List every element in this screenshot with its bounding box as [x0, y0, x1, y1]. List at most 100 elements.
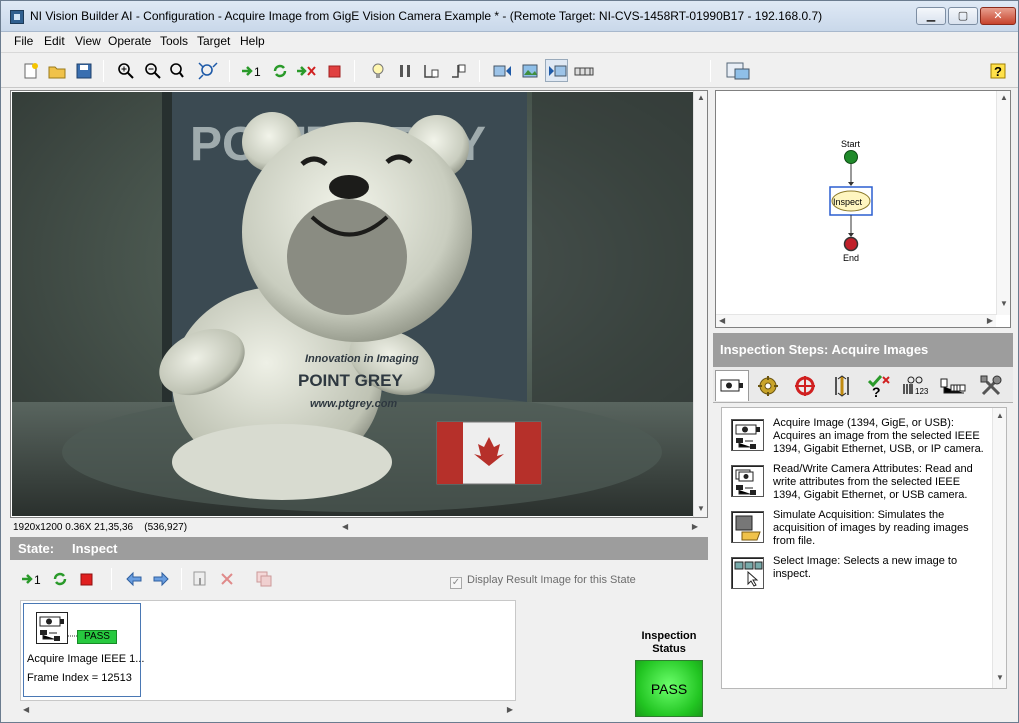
step-item-title: Read/Write Camera Attributes: [773, 463, 922, 475]
help-icon[interactable]: ? [986, 59, 1009, 82]
move-step-left-icon[interactable] [122, 567, 145, 590]
tab-measure-features[interactable] [825, 370, 859, 401]
tab-use-additional-tools[interactable] [936, 370, 970, 401]
new-icon[interactable] [19, 59, 42, 82]
step-item-acquire-image[interactable]: Acquire Image (1394, GigE, or USB): Acqu… [731, 417, 991, 457]
flow-end-node[interactable] [843, 236, 859, 252]
tab-check-for-presence[interactable]: ? [862, 370, 896, 401]
step-frame-index: Frame Index = 12513 [27, 672, 132, 684]
flow-start-node[interactable] [844, 150, 858, 164]
flow-inspect-label: Inspect [833, 197, 863, 207]
maximize-button[interactable]: ▢ [948, 7, 978, 25]
menu-operate[interactable]: Operate [108, 34, 151, 48]
tab-locate-features[interactable] [788, 370, 822, 401]
minimize-button[interactable]: ▁ [916, 7, 946, 25]
step-item-read-write-attributes[interactable]: Read/Write Camera Attributes: Read and w… [731, 463, 991, 503]
copy-step-icon[interactable] [252, 567, 275, 590]
shirt-line2: POINT GREY [298, 371, 404, 390]
image-icon[interactable] [518, 59, 541, 82]
state-header: State: Inspect [10, 537, 708, 560]
move-step-right-icon[interactable] [149, 567, 172, 590]
close-button[interactable]: ✕ [980, 7, 1016, 25]
tab-enhance-images[interactable] [751, 370, 785, 401]
tab-communicate[interactable] [975, 370, 1009, 401]
inspection-steps-header: Inspection Steps: Acquire Images [713, 333, 1013, 367]
step-out-icon[interactable] [446, 59, 469, 82]
tab-identify-parts[interactable]: 123 [899, 370, 933, 401]
step-item-select-image[interactable]: Select Image: Selects a new image to ins… [731, 555, 991, 595]
menu-edit[interactable]: Edit [44, 34, 65, 48]
menu-view[interactable]: View [75, 34, 101, 48]
menu-tools[interactable]: Tools [160, 34, 188, 48]
image-strip-icon[interactable] [572, 59, 595, 82]
run-inspection-stop-icon[interactable] [295, 59, 318, 82]
lightbulb-icon[interactable] [366, 59, 389, 82]
diagram-horizontal-scrollbar[interactable]: ◀ ▶ [716, 314, 996, 327]
flag-image [436, 421, 542, 485]
state-label: State: [18, 541, 55, 556]
run-step-continuous-icon[interactable] [48, 567, 71, 590]
svg-text:1: 1 [254, 65, 261, 79]
zoom-in-icon[interactable] [114, 59, 137, 82]
tab-acquire-images[interactable] [715, 370, 749, 401]
step-item-title: Acquire Image (1394, GigE, or USB): [773, 417, 954, 429]
state-diagram-panel[interactable]: Start Inspect End ▲ ▼ ◀ ▶ [715, 90, 1011, 328]
display-result-option[interactable]: ✓ Display Result Image for this State [450, 574, 636, 589]
camera-attributes-icon [731, 465, 764, 497]
camera-image: POINT GREY Innovation in Imaging POINT G… [12, 92, 693, 516]
application-window: NI Vision Builder AI - Configuration - A… [0, 0, 1019, 723]
step-item-simulate-acquisition[interactable]: Simulate Acquisition: Simulates the acqu… [731, 509, 991, 549]
image-viewer[interactable]: POINT GREY Innovation in Imaging POINT G… [10, 90, 708, 518]
inspection-status-label: Inspection Status [641, 630, 697, 655]
acquire-image-icon [731, 419, 764, 451]
window-title: NI Vision Builder AI - Configuration - A… [30, 9, 823, 23]
menu-file[interactable]: File [14, 34, 33, 48]
run-step-once-icon[interactable]: 1 [20, 567, 46, 590]
menu-bar: File Edit View Operate Tools Target Help [1, 32, 1018, 51]
inspection-status-indicator: PASS [635, 660, 703, 717]
stop-icon[interactable] [322, 59, 345, 82]
display-result-checkbox[interactable]: ✓ [450, 577, 462, 589]
open-icon[interactable] [45, 59, 68, 82]
shirt-line1: Innovation in Imaging [305, 353, 419, 365]
menu-help[interactable]: Help [240, 34, 265, 48]
delete-step-icon[interactable] [215, 567, 238, 590]
app-icon [10, 10, 24, 24]
image-info: 1920x1200 0.36X 21,35,36 (536,927) [13, 522, 188, 533]
previous-image-icon[interactable] [491, 59, 514, 82]
step-into-icon[interactable] [419, 59, 442, 82]
step-item-title: Simulate Acquisition: [773, 509, 875, 521]
zoom-out-icon[interactable] [141, 59, 164, 82]
stop-step-icon[interactable] [74, 567, 97, 590]
simulate-acquisition-icon [731, 511, 764, 543]
pause-icon[interactable] [393, 59, 416, 82]
deploy-icon[interactable] [723, 59, 753, 82]
viewer-vertical-scrollbar[interactable]: ▲ ▼ [693, 91, 707, 517]
pixel-coordinates: (536,927) [144, 522, 188, 533]
svg-text:123: 123 [915, 387, 929, 396]
zoom-1-to-1-icon[interactable] [167, 59, 190, 82]
save-icon[interactable] [72, 59, 95, 82]
step-card-acquire-image[interactable]: PASS Acquire Image IEEE 1... Frame Index… [23, 603, 144, 697]
svg-text:?: ? [872, 384, 881, 398]
viewer-horizontal-scrollbar[interactable]: ◀ ▶ [342, 521, 698, 534]
svg-text:?: ? [994, 64, 1002, 79]
run-continuous-icon[interactable] [268, 59, 291, 82]
step-item-title: Select Image: [773, 555, 841, 567]
title-bar: NI Vision Builder AI - Configuration - A… [1, 1, 1018, 32]
edit-step-icon[interactable] [188, 567, 211, 590]
state-name: Inspect [72, 541, 118, 556]
select-image-icon [731, 557, 764, 589]
shirt-line3: www.ptgrey.com [310, 398, 397, 410]
viewer-status-bar: 1920x1200 0.36X 21,35,36 (536,927) ◀ ▶ [10, 519, 708, 536]
inspection-steps-title: Inspection Steps: Acquire Images [720, 342, 929, 357]
step-pass-badge: PASS [77, 630, 117, 644]
zoom-fit-icon[interactable] [196, 59, 219, 82]
step-list-scrollbar[interactable]: ▲ ▼ [992, 408, 1006, 688]
diagram-vertical-scrollbar[interactable]: ▲ ▼ [996, 91, 1010, 315]
step-list-footer [713, 691, 1013, 719]
next-image-icon[interactable] [545, 59, 568, 82]
steps-horizontal-scrollbar[interactable]: ◀ ▶ [20, 702, 516, 717]
run-once-icon[interactable]: 1 [240, 59, 266, 82]
menu-target[interactable]: Target [197, 34, 230, 48]
